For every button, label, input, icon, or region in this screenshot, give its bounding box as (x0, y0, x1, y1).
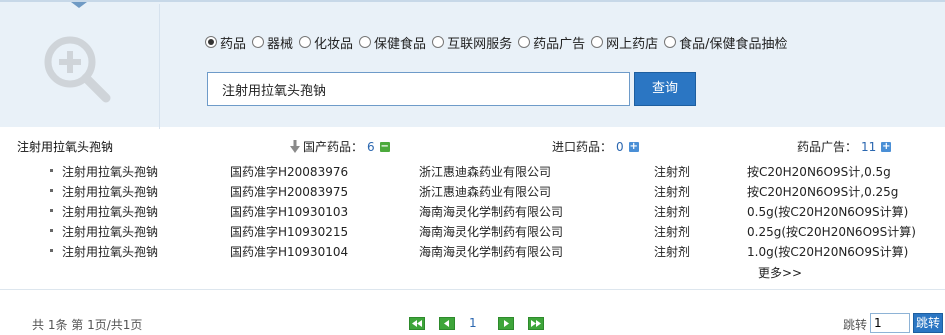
dosage-form: 注射剂 (654, 245, 691, 259)
bullet-icon (50, 249, 53, 252)
double-chevron-right-icon (530, 319, 541, 327)
category-radio[interactable]: 食品/保健食品抽检 (664, 33, 788, 52)
radio-label: 食品/保健食品抽检 (679, 36, 788, 52)
radio-button[interactable] (591, 36, 604, 48)
approval-number: 国药准字H20083975 (230, 185, 349, 199)
category-radio-group: 药品 器械 化妆品 保健食品 互联网服务 药品广告 网上药店 食品/保健食品抽检 (205, 32, 794, 52)
radio-button[interactable] (432, 36, 445, 48)
drug-name[interactable]: 注射用拉氧头孢钠 (62, 163, 158, 180)
bullet-icon (50, 169, 53, 172)
bullet-icon (50, 209, 53, 212)
domestic-label: 国产药品： (303, 140, 364, 154)
approval-number: 国药准字H10930215 (230, 225, 349, 239)
imported-count[interactable]: 0 (616, 140, 624, 154)
domestic-summary: 国产药品： 6 − (290, 138, 390, 155)
result-row[interactable]: 注射用拉氧头孢钠 国药准字H10930104 海南海灵化学制药有限公司 注射剂 … (0, 240, 945, 260)
more-link[interactable]: 更多>> (758, 264, 802, 281)
last-page-button[interactable] (527, 316, 544, 330)
search-icon-area (0, 4, 160, 129)
radio-label: 药品 (220, 36, 247, 52)
expand-plus-icon[interactable]: + (881, 141, 892, 152)
radio-label: 网上药店 (606, 36, 659, 52)
approval-number: 国药准字H10930104 (230, 245, 349, 259)
footer-divider (0, 289, 945, 290)
page-info: 共 1条 第 1页/共1页 (32, 318, 143, 332)
first-page-button[interactable] (409, 316, 425, 330)
pagination-controls: 1 (409, 316, 558, 330)
radio-button[interactable] (252, 36, 265, 48)
current-page-number[interactable]: 1 (469, 316, 477, 330)
radio-label: 器械 (267, 36, 294, 52)
specification: 按C20H20N6O9S计,0.25g (747, 185, 899, 199)
result-title: 注射用拉氧头孢钠 (17, 140, 114, 154)
radio-button[interactable] (299, 36, 312, 48)
double-chevron-left-icon (412, 319, 422, 327)
company-name: 浙江惠迪森药业有限公司 (419, 185, 552, 199)
company-name: 海南海灵化学制药有限公司 (419, 245, 564, 259)
jump-label: 跳转 (843, 318, 868, 332)
result-row[interactable]: 注射用拉氧头孢钠 国药准字H10930103 海南海灵化学制药有限公司 注射剂 … (0, 200, 945, 220)
specification: 0.5g(按C20H20N6O9S计算) (747, 205, 909, 219)
category-radio[interactable]: 器械 (252, 33, 293, 52)
drug-name[interactable]: 注射用拉氧头孢钠 (62, 223, 158, 240)
category-radio[interactable]: 药品广告 (518, 33, 585, 52)
query-button[interactable]: 查询 (634, 72, 696, 106)
magnifier-plus-icon (44, 36, 111, 103)
specification: 按C20H20N6O9S计,0.5g (747, 165, 891, 179)
domestic-count[interactable]: 6 (367, 140, 375, 154)
radio-label: 互联网服务 (447, 36, 513, 52)
chevron-left-icon (444, 319, 449, 327)
imported-summary: 进口药品： 0 + (552, 138, 639, 155)
category-radio[interactable]: 化妆品 (299, 33, 353, 52)
radio-label: 保健食品 (374, 36, 427, 52)
search-input[interactable] (207, 72, 630, 106)
ads-label: 药品广告： (797, 140, 858, 154)
search-panel: 药品 器械 化妆品 保健食品 互联网服务 药品广告 网上药店 食品/保健食品抽检 查询 (0, 0, 945, 129)
ads-count[interactable]: 11 (861, 140, 876, 154)
radio-button[interactable] (664, 36, 677, 48)
radio-label: 药品广告 (533, 36, 586, 52)
company-name: 浙江惠迪森药业有限公司 (419, 165, 552, 179)
dosage-form: 注射剂 (654, 225, 691, 239)
drug-name[interactable]: 注射用拉氧头孢钠 (62, 243, 158, 260)
result-row[interactable]: 注射用拉氧头孢钠 国药准字H20083976 浙江惠迪森药业有限公司 注射剂 按… (0, 160, 945, 180)
result-row[interactable]: 注射用拉氧头孢钠 国药准字H20083975 浙江惠迪森药业有限公司 注射剂 按… (0, 180, 945, 200)
expand-plus-icon[interactable]: + (628, 141, 639, 152)
category-radio[interactable]: 网上药店 (591, 33, 658, 52)
category-radio[interactable]: 互联网服务 (432, 33, 512, 52)
radio-button[interactable] (205, 36, 217, 48)
chevron-right-icon (503, 319, 509, 327)
imported-label: 进口药品： (552, 140, 613, 154)
radio-label: 化妆品 (314, 36, 354, 52)
approval-number: 国药准字H10930103 (230, 205, 349, 219)
company-name: 海南海灵化学制药有限公司 (419, 225, 564, 239)
sort-down-arrow-icon[interactable] (290, 140, 300, 153)
company-name: 海南海灵化学制药有限公司 (419, 205, 564, 219)
results-list: 注射用拉氧头孢钠 国药准字H20083976 浙江惠迪森药业有限公司 注射剂 按… (0, 160, 945, 260)
collapse-minus-icon[interactable]: − (379, 141, 390, 152)
dosage-form: 注射剂 (654, 165, 691, 179)
dosage-form: 注射剂 (654, 185, 691, 199)
jump-page-input[interactable] (870, 313, 910, 333)
radio-button[interactable] (518, 36, 531, 48)
approval-number: 国药准字H20083976 (230, 165, 349, 179)
drug-name[interactable]: 注射用拉氧头孢钠 (62, 183, 158, 200)
category-radio[interactable]: 保健食品 (359, 33, 426, 52)
radio-button[interactable] (359, 36, 372, 48)
jump-button[interactable]: 跳转 (913, 313, 943, 333)
category-radio[interactable]: 药品 (205, 33, 246, 52)
bullet-icon (50, 229, 53, 232)
ads-summary: 药品广告： 11 + (797, 138, 892, 155)
prev-page-button[interactable] (439, 316, 455, 330)
dosage-form: 注射剂 (654, 205, 691, 219)
result-row[interactable]: 注射用拉氧头孢钠 国药准字H10930215 海南海灵化学制药有限公司 注射剂 … (0, 220, 945, 240)
bullet-icon (50, 189, 53, 192)
specification: 0.25g(按C20H20N6O9S计算) (747, 225, 916, 239)
specification: 1.0g(按C20H20N6O9S计算) (747, 245, 909, 259)
next-page-button[interactable] (497, 316, 514, 330)
drug-name[interactable]: 注射用拉氧头孢钠 (62, 203, 158, 220)
